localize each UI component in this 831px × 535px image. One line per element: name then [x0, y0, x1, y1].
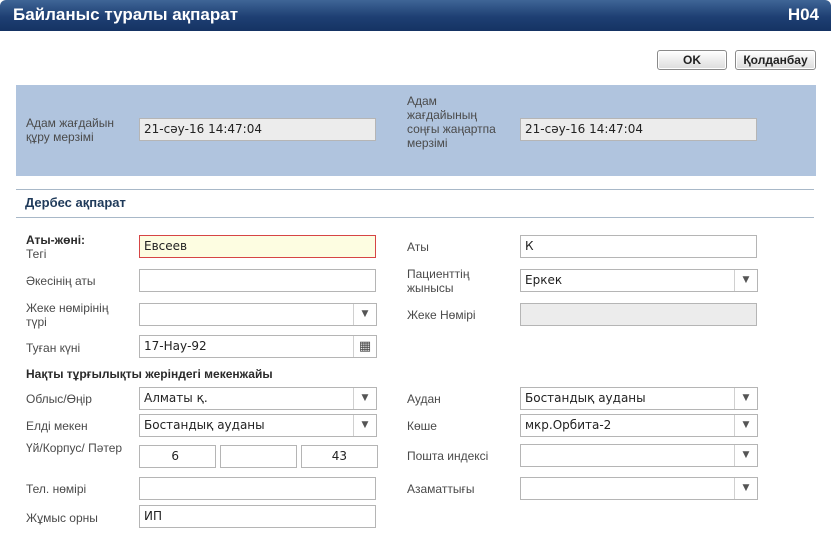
birthdate-label: Туған күні — [26, 341, 81, 355]
building-input[interactable] — [220, 445, 297, 468]
postcode-select[interactable]: ▼ — [520, 444, 758, 467]
firstname-input[interactable]: К — [520, 235, 757, 258]
apartment-input[interactable]: 43 — [301, 445, 378, 468]
updated-date-label: Адам жағдайының соңғы жаңартпа мерзімі — [407, 94, 496, 150]
house-label: Үй/Корпус/ Пәтер — [26, 441, 123, 455]
screen-code: H04 — [787, 5, 819, 24]
locality-label: Елді мекен — [26, 419, 88, 433]
chevron-down-icon[interactable]: ▼ — [353, 304, 376, 325]
region-select[interactable]: Алматы қ. ▼ — [139, 387, 377, 410]
chevron-down-icon[interactable]: ▼ — [353, 415, 376, 436]
street-label: Көше — [407, 419, 437, 433]
region-value: Алматы қ. — [144, 391, 208, 405]
updated-date-field: 21-сәу-16 14:47:04 — [520, 118, 757, 141]
firstname-label: Аты — [407, 240, 429, 254]
idtype-label: Жеке нөмірінің түрі — [26, 301, 109, 329]
citizenship-label: Азаматтығы — [407, 482, 475, 496]
phone-label: Тел. нөмірі — [26, 482, 87, 496]
chevron-down-icon[interactable]: ▼ — [734, 388, 757, 409]
postcode-label: Пошта индексі — [407, 449, 489, 463]
idnumber-label: Жеке Нөмірі — [407, 308, 476, 322]
surname-input[interactable]: Евсеев — [139, 235, 376, 258]
section-title-personal: Дербес ақпарат — [25, 195, 126, 210]
district-label: Аудан — [407, 392, 441, 406]
region-label: Облыс/Өңір — [26, 392, 92, 406]
address-section-title: Нақты тұрғылықты жеріндегі мекенжайы — [26, 367, 273, 381]
created-date-field: 21-сәу-16 14:47:04 — [139, 118, 376, 141]
apply-button[interactable]: Қолданбау — [735, 50, 816, 70]
chevron-down-icon[interactable]: ▼ — [734, 445, 757, 466]
chevron-down-icon[interactable]: ▼ — [734, 270, 757, 291]
ok-button[interactable]: OK — [657, 50, 727, 70]
locality-select[interactable]: Бостандық ауданы ▼ — [139, 414, 377, 437]
chevron-down-icon[interactable]: ▼ — [734, 478, 757, 499]
workplace-label: Жұмыс орны — [26, 511, 98, 525]
chevron-down-icon[interactable]: ▼ — [734, 415, 757, 436]
citizenship-select[interactable]: ▼ — [520, 477, 758, 500]
birthdate-input[interactable]: 17-Нау-92 ▦ — [139, 335, 377, 358]
district-select[interactable]: Бостандық ауданы ▼ — [520, 387, 758, 410]
gender-value: Еркек — [525, 273, 563, 287]
window-title: Байланыс туралы ақпарат — [13, 5, 239, 24]
street-value: мкр.Орбита-2 — [525, 418, 612, 432]
patronymic-label: Әкесінің аты — [26, 274, 96, 288]
chevron-down-icon[interactable]: ▼ — [353, 388, 376, 409]
title-bar: Байланыс туралы ақпарат H04 — [0, 0, 831, 31]
surname-label: Тегі — [26, 247, 47, 261]
section-header-personal — [16, 189, 814, 218]
birthdate-value: 17-Нау-92 — [144, 339, 207, 353]
calendar-icon[interactable]: ▦ — [353, 336, 376, 357]
district-value: Бостандық ауданы — [525, 391, 646, 405]
fullname-label: Аты-жөні: — [26, 233, 86, 247]
gender-select[interactable]: Еркек ▼ — [520, 269, 758, 292]
phone-input[interactable] — [139, 477, 376, 500]
idnumber-input — [520, 303, 757, 326]
house-input[interactable]: 6 — [139, 445, 216, 468]
workplace-input[interactable]: ИП — [139, 505, 376, 528]
idtype-select[interactable]: ▼ — [139, 303, 377, 326]
locality-value: Бостандық ауданы — [144, 418, 265, 432]
patronymic-input[interactable] — [139, 269, 376, 292]
street-select[interactable]: мкр.Орбита-2 ▼ — [520, 414, 758, 437]
created-date-label: Адам жағдайын құру мерзімі — [26, 116, 114, 144]
gender-label: Пациенттің жынысы — [407, 267, 470, 295]
